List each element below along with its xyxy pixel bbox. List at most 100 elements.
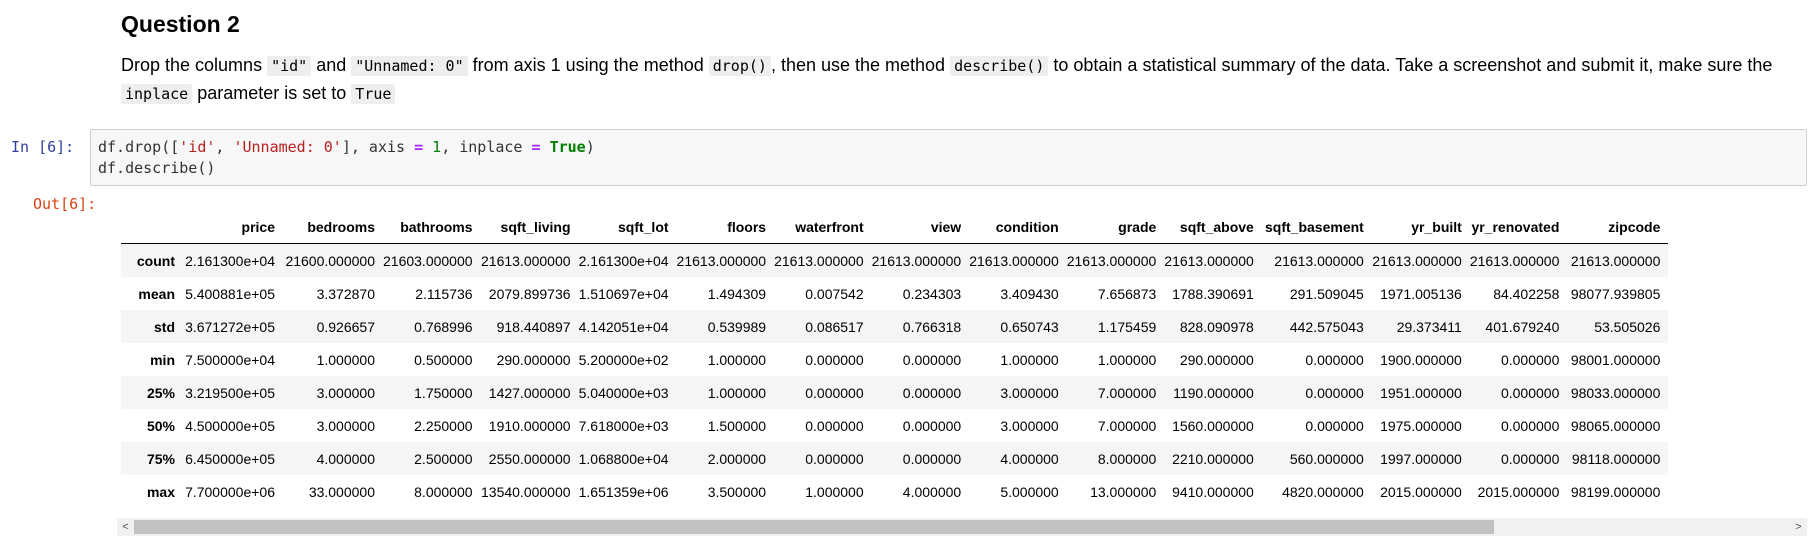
table-cell: 0.000000 — [902, 417, 962, 434]
table-cell: 21613.000000 — [1570, 252, 1661, 269]
horizontal-scrollbar[interactable]: < > — [117, 518, 1807, 536]
table-cell: 21603.000000 — [383, 252, 473, 269]
row-label: 50% — [146, 417, 175, 434]
table-cell: 0.539989 — [707, 318, 767, 335]
row-label: 75% — [146, 450, 175, 467]
table-cell: 0.650743 — [1000, 318, 1059, 335]
corner-header — [121, 210, 183, 244]
table-row: 50% 4.500000e+05 3.000000 2.250000 1910.0000… — [121, 409, 1668, 442]
table-cell: 3.000000 — [316, 417, 375, 434]
code-token: df.drop([ — [98, 138, 180, 156]
question-text-part: parameter is set to — [192, 83, 352, 103]
table-cell: 0.766318 — [902, 318, 962, 335]
table-cell: 6.450000e+05 — [185, 450, 275, 467]
code-keyword: True — [549, 138, 586, 156]
table-cell: 1.510697e+04 — [578, 285, 669, 302]
table-cell: 98065.000000 — [1570, 417, 1661, 434]
table-row: count 2.161300e+04 21600.000000 21603.00000… — [121, 243, 1669, 277]
table-cell: 3.000000 — [1000, 417, 1059, 434]
table-cell: 290.000000 — [1179, 351, 1254, 368]
column-header: waterfront — [774, 210, 872, 244]
table-cell: 8.000000 — [414, 483, 473, 500]
table-cell: 0.000000 — [805, 351, 864, 368]
table-cell: 1560.000000 — [1172, 417, 1254, 434]
question-text-part: , then use the method — [770, 55, 951, 75]
inline-code-unnamed: "Unnamed: 0" — [351, 56, 468, 76]
table-cell: 0.000000 — [902, 450, 962, 467]
table-cell: 2015.000000 — [1380, 483, 1462, 500]
table-cell: 2.161300e+04 — [578, 252, 669, 269]
table-cell: 1.000000 — [1097, 351, 1157, 368]
table-cell: 84.402258 — [1493, 285, 1560, 302]
question-text-part: and — [311, 55, 352, 75]
table-cell: 0.000000 — [902, 351, 962, 368]
row-label: std — [154, 318, 175, 335]
column-header: bedrooms — [283, 210, 383, 244]
table-cell: 560.000000 — [1289, 450, 1364, 467]
question-text: Drop the columns "id" and "Unnamed: 0" f… — [121, 52, 1811, 108]
code-token: , inplace — [441, 138, 532, 156]
table-cell: 21613.000000 — [676, 252, 767, 269]
table-cell: 1.000000 — [1000, 351, 1059, 368]
table-cell: 4.000000 — [902, 483, 962, 500]
table-cell: 291.509045 — [1289, 285, 1364, 302]
column-header: zipcode — [1567, 210, 1669, 244]
table-cell: 21613.000000 — [1066, 252, 1157, 269]
column-header: sqft_living — [480, 210, 579, 244]
table-cell: 0.000000 — [805, 450, 864, 467]
table-cell: 4.500000e+05 — [185, 417, 275, 434]
arrow-left-icon[interactable]: < — [117, 518, 134, 536]
table-cell: 2015.000000 — [1477, 483, 1560, 500]
table-cell: 21613.000000 — [1469, 252, 1560, 269]
table-cell: 1.500000 — [707, 417, 767, 434]
inline-code-inplace: inplace — [121, 84, 193, 104]
table-cell: 0.768996 — [414, 318, 473, 335]
table-cell: 0.086517 — [805, 318, 864, 335]
column-header: view — [871, 210, 970, 244]
column-header: sqft_lot — [578, 210, 677, 244]
code-input-area[interactable]: df.drop(['id', 'Unnamed: 0'], axis = 1, … — [90, 129, 1807, 186]
table-cell: 0.000000 — [1305, 351, 1364, 368]
arrow-right-icon[interactable]: > — [1790, 518, 1807, 536]
table-cell: 1997.000000 — [1380, 450, 1462, 467]
table-row: mean 5.400881e+05 3.372870 2.115736 2079.899… — [121, 277, 1668, 310]
code-string: 'Unnamed: 0' — [233, 138, 342, 156]
table-cell: 0.007542 — [805, 285, 864, 302]
inline-code-id: "id" — [267, 56, 312, 76]
table-cell: 13.000000 — [1090, 483, 1157, 500]
table-cell: 1.000000 — [707, 351, 767, 368]
table-cell: 1.000000 — [805, 483, 864, 500]
table-cell: 21613.000000 — [774, 252, 864, 269]
table-cell: 2550.000000 — [488, 450, 571, 467]
table-cell: 7.618000e+03 — [578, 417, 669, 434]
table-cell: 1.000000 — [707, 384, 767, 401]
column-header: bathrooms — [383, 210, 481, 244]
table-cell: 0.000000 — [1500, 417, 1560, 434]
code-token: , — [215, 138, 234, 156]
table-cell: 7.500000e+04 — [185, 351, 275, 368]
table-cell: 5.200000e+02 — [578, 351, 669, 368]
table-cell: 0.000000 — [902, 384, 962, 401]
column-header: floors — [676, 210, 775, 244]
describe-table: price bedrooms bathrooms sqft_living sqft_lo… — [121, 210, 1669, 508]
question-text-part: to obtain a statistical summary of the d… — [1048, 55, 1773, 75]
table-cell: 3.409430 — [1000, 285, 1059, 302]
code-token: ) — [585, 138, 595, 156]
scrollbar-thumb[interactable] — [134, 520, 1494, 534]
table-cell: 0.000000 — [1305, 417, 1364, 434]
table-cell: 1910.000000 — [488, 417, 571, 434]
table-cell: 1.494309 — [707, 285, 767, 302]
table-cell: 1900.000000 — [1380, 351, 1462, 368]
table-cell: 98199.000000 — [1570, 483, 1661, 500]
table-row: max 7.700000e+06 33.000000 8.000000 13540.00… — [121, 475, 1668, 508]
table-cell: 4.142051e+04 — [578, 318, 669, 335]
table-cell: 21613.000000 — [1372, 252, 1462, 269]
header-row: price bedrooms bathrooms sqft_living sqft_lo… — [121, 210, 1669, 244]
table-cell: 2079.899736 — [488, 285, 571, 302]
table-cell: 0.000000 — [1500, 384, 1560, 401]
table-cell: 1.068800e+04 — [578, 450, 669, 467]
code-line-2: df.describe() — [98, 159, 216, 177]
code-string: 'id' — [179, 138, 216, 156]
code-token: ], axis — [341, 138, 415, 156]
